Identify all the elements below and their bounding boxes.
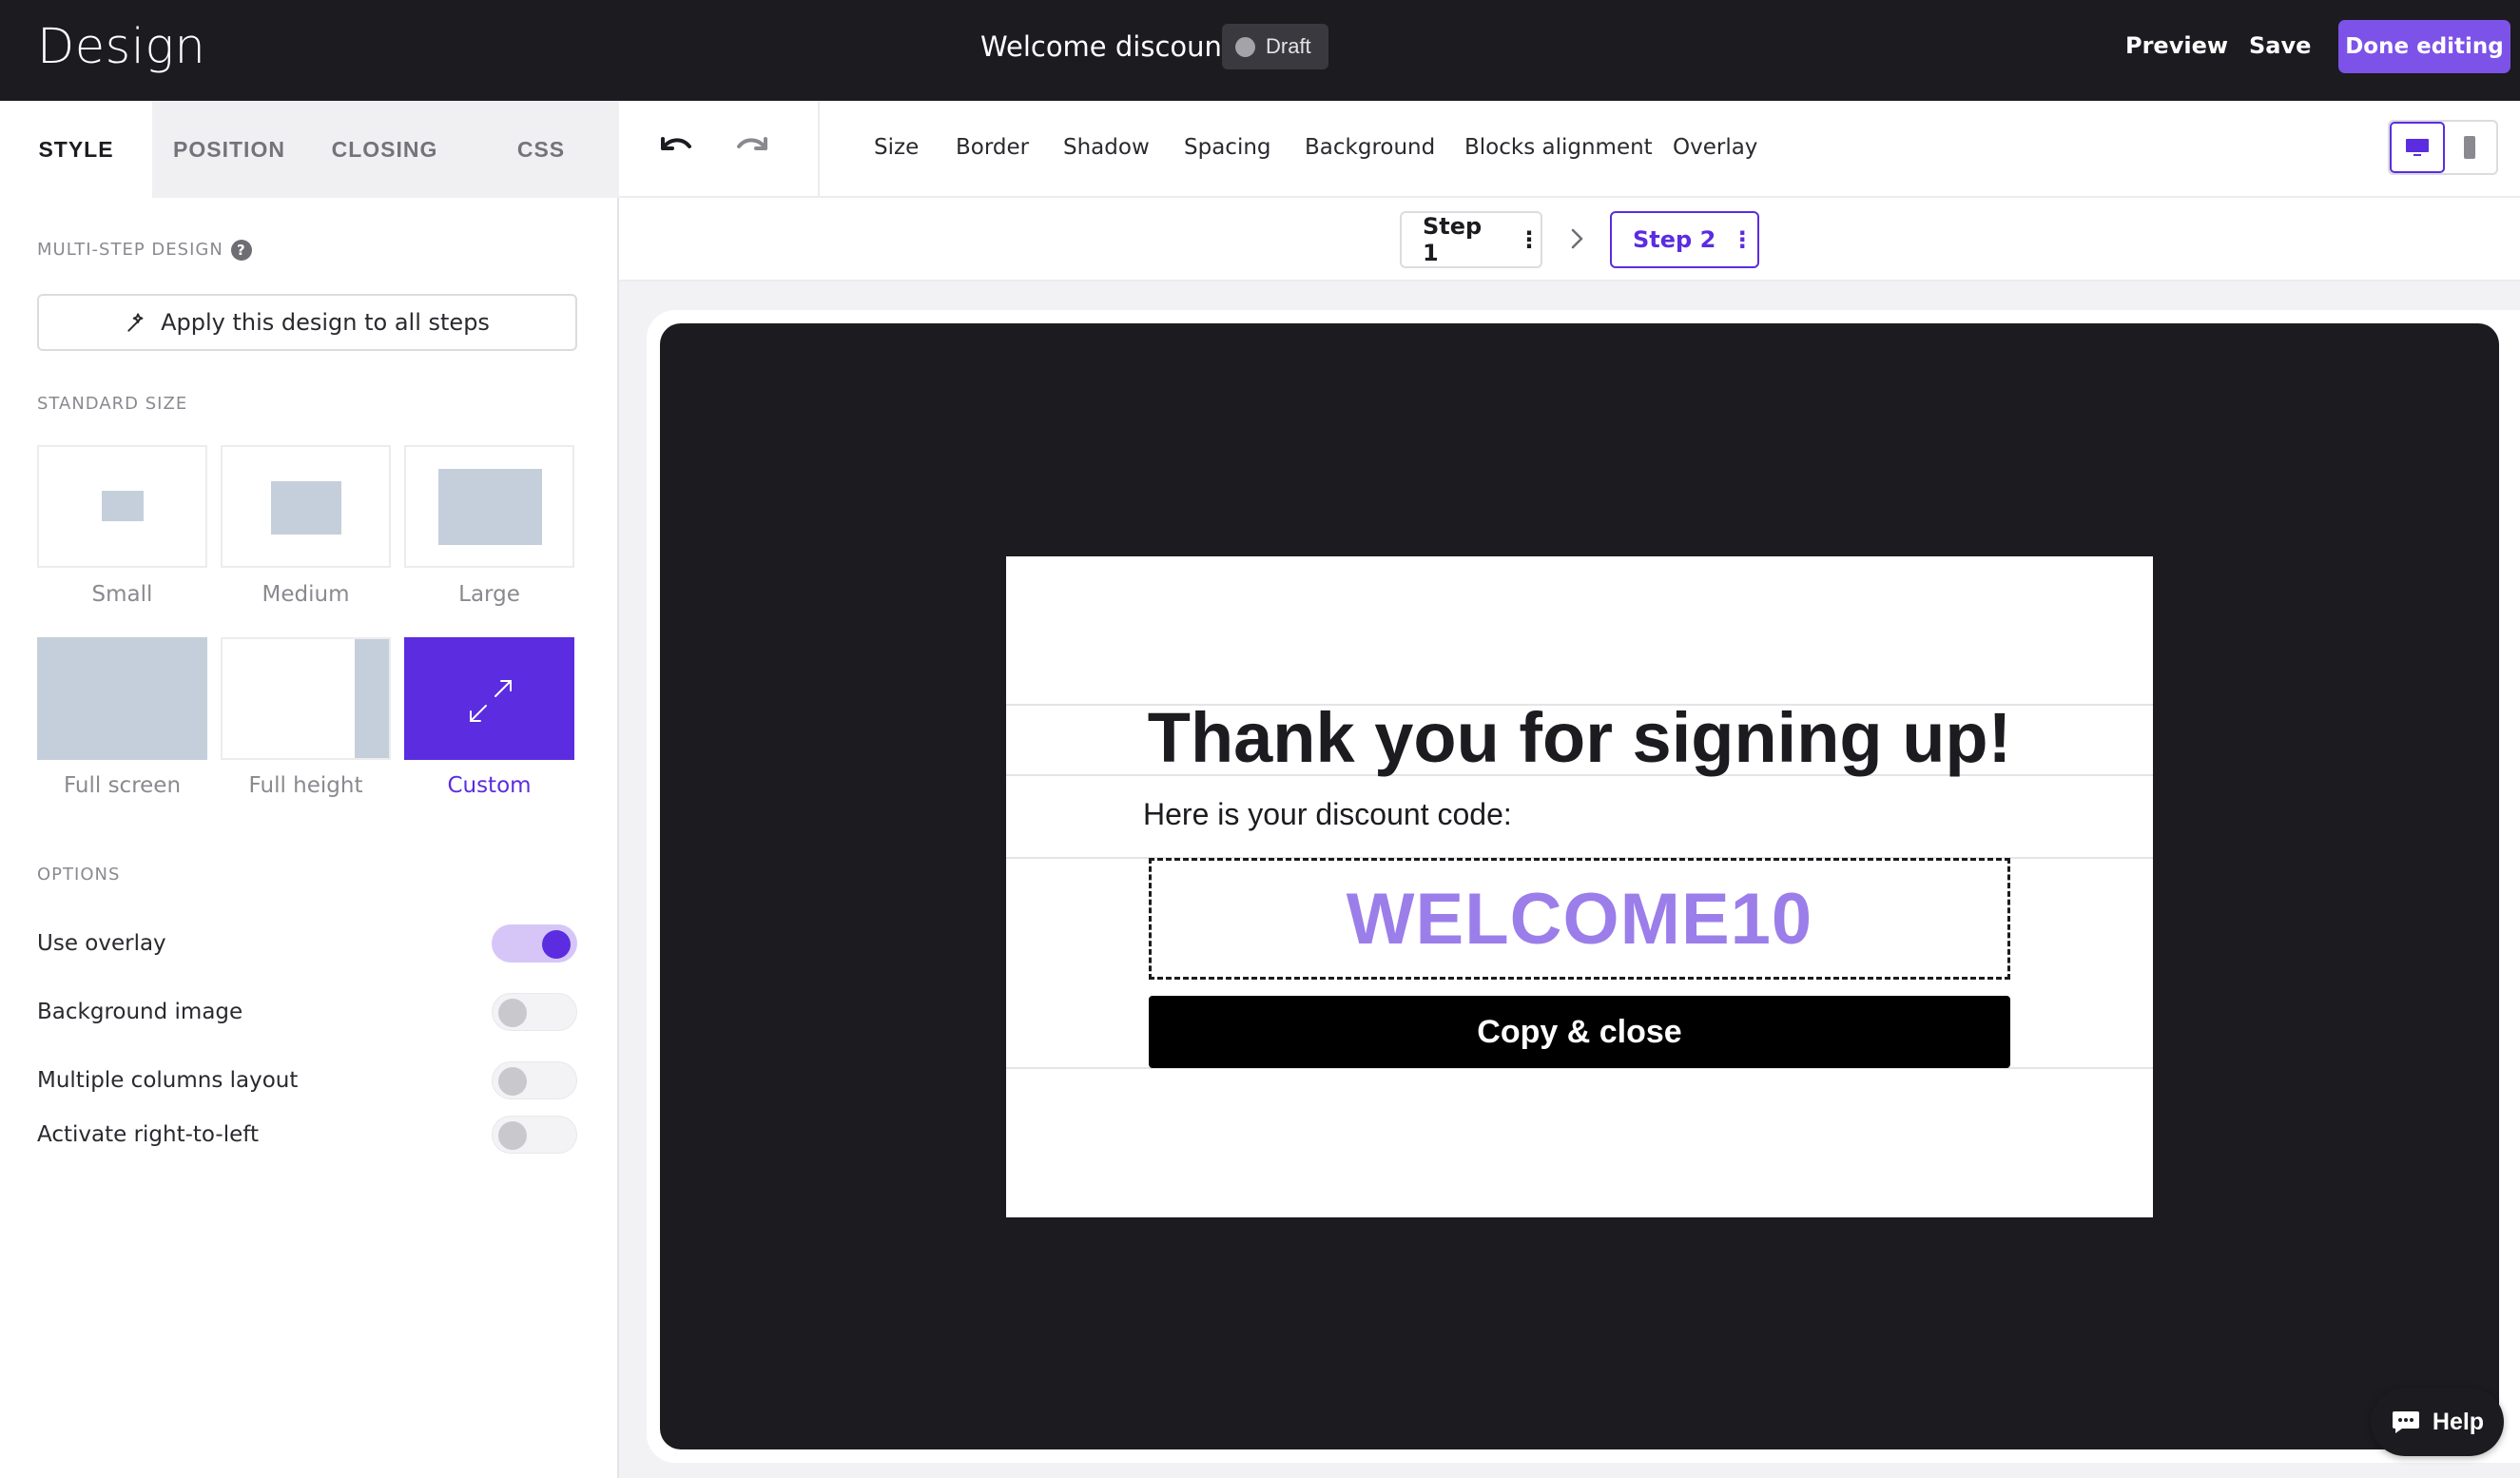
size-custom-label: Custom bbox=[447, 773, 532, 798]
background-image-toggle[interactable] bbox=[492, 993, 577, 1031]
toolbar-divider bbox=[818, 101, 820, 196]
use-overlay-toggle[interactable] bbox=[492, 924, 577, 963]
size-small-label: Small bbox=[91, 582, 153, 607]
step-2-label: Step 2 bbox=[1633, 226, 1716, 253]
popup-preview[interactable]: Thank you for signing up! Here is your d… bbox=[1006, 556, 2153, 1217]
undo-icon bbox=[661, 137, 691, 150]
step-1-label: Step 1 bbox=[1423, 213, 1483, 266]
discount-code: WELCOME10 bbox=[1346, 878, 1813, 960]
medium-size-preview bbox=[271, 481, 341, 535]
full-height-preview bbox=[355, 639, 389, 758]
copy-close-button[interactable]: Copy & close bbox=[1149, 996, 2010, 1068]
step-2-menu-icon[interactable]: ⋮ bbox=[1731, 226, 1754, 253]
redo-button[interactable] bbox=[733, 129, 771, 168]
size-fullscreen-label: Full screen bbox=[63, 773, 182, 798]
background-image-label: Background image bbox=[37, 1000, 243, 1024]
magic-wand-icon bbox=[127, 313, 144, 332]
options-label: OPTIONS bbox=[37, 865, 121, 885]
toolbar-size[interactable]: Size bbox=[874, 135, 919, 160]
toolbar-background[interactable]: Background bbox=[1305, 135, 1435, 160]
toolbar-overlay[interactable]: Overlay bbox=[1673, 135, 1757, 160]
small-size-preview bbox=[102, 491, 144, 521]
size-large-card[interactable] bbox=[404, 445, 574, 568]
step-navigation: Step 1 ⋮ Step 2 ⋮ bbox=[619, 198, 2520, 282]
apply-to-all-label: Apply this design to all steps bbox=[161, 309, 490, 336]
tab-position[interactable]: POSITION bbox=[152, 101, 306, 198]
chevron-right-icon bbox=[1566, 224, 1587, 258]
undo-button[interactable] bbox=[657, 129, 695, 168]
size-large-label: Large bbox=[458, 582, 520, 607]
multistep-section: MULTI-STEP DESIGN? bbox=[37, 240, 252, 261]
right-to-left-label: Activate right-to-left bbox=[37, 1122, 259, 1147]
size-medium-label: Medium bbox=[262, 582, 350, 607]
size-fullscreen-card[interactable] bbox=[37, 637, 207, 760]
desktop-view-button[interactable] bbox=[2390, 122, 2445, 173]
toolbar-spacing[interactable]: Spacing bbox=[1184, 135, 1271, 160]
help-chat-button[interactable]: Help bbox=[2371, 1388, 2504, 1456]
discount-code-box[interactable]: WELCOME10 bbox=[1149, 858, 2010, 980]
chat-icon bbox=[2392, 1411, 2419, 1433]
help-question-icon[interactable]: ? bbox=[230, 240, 252, 261]
app-title: Design bbox=[37, 19, 206, 75]
help-label: Help bbox=[2432, 1408, 2485, 1435]
toolbar-border[interactable]: Border bbox=[956, 135, 1029, 160]
redo-icon bbox=[737, 137, 767, 150]
design-sidebar: STYLE POSITION CLOSING CSS MULTI-STEP DE… bbox=[0, 101, 619, 1478]
desktop-icon bbox=[2406, 139, 2429, 156]
toolbar-blocks-alignment[interactable]: Blocks alignment bbox=[1464, 135, 1653, 160]
popup-subtitle[interactable]: Here is your discount code: bbox=[1143, 797, 1512, 832]
status-label: Draft bbox=[1266, 34, 1311, 58]
tab-style[interactable]: STYLE bbox=[0, 101, 152, 198]
standard-size-label: STANDARD SIZE bbox=[37, 394, 188, 414]
save-button[interactable]: Save bbox=[2249, 32, 2311, 59]
step-1-tab[interactable]: Step 1 ⋮ bbox=[1400, 211, 1542, 268]
multiple-columns-label: Multiple columns layout bbox=[37, 1068, 299, 1093]
tab-css[interactable]: CSS bbox=[463, 101, 619, 198]
device-switcher bbox=[2388, 120, 2498, 175]
popup-heading[interactable]: Thank you for signing up! bbox=[1006, 697, 2153, 778]
toggle-knob bbox=[498, 999, 527, 1027]
size-fullheight-card[interactable] bbox=[221, 637, 391, 760]
size-medium-card[interactable] bbox=[221, 445, 391, 568]
multiple-columns-toggle[interactable] bbox=[492, 1061, 577, 1099]
done-editing-button[interactable]: Done editing bbox=[2338, 20, 2510, 73]
step-2-tab[interactable]: Step 2 ⋮ bbox=[1610, 211, 1759, 268]
size-small-card[interactable] bbox=[37, 445, 207, 568]
status-badge: Draft bbox=[1222, 24, 1328, 69]
sidebar-tabs: STYLE POSITION CLOSING CSS bbox=[0, 101, 619, 198]
tab-closing[interactable]: CLOSING bbox=[306, 101, 463, 198]
preview-button[interactable]: Preview bbox=[2125, 32, 2228, 59]
size-custom-card[interactable] bbox=[404, 637, 574, 760]
toggle-knob bbox=[542, 930, 571, 959]
editor-toolbar: Size Border Shadow Spacing Background Bl… bbox=[619, 101, 2520, 198]
resize-arrows-icon bbox=[470, 680, 512, 722]
right-to-left-toggle[interactable] bbox=[492, 1116, 577, 1154]
multistep-label: MULTI-STEP DESIGN bbox=[37, 240, 223, 260]
large-size-preview bbox=[438, 469, 542, 545]
step-1-menu-icon[interactable]: ⋮ bbox=[1518, 226, 1541, 253]
top-bar: Design Welcome discount Draft Preview Sa… bbox=[0, 0, 2520, 101]
toolbar-shadow[interactable]: Shadow bbox=[1063, 135, 1150, 160]
apply-to-all-steps-button[interactable]: Apply this design to all steps bbox=[37, 294, 577, 351]
use-overlay-label: Use overlay bbox=[37, 931, 166, 956]
toggle-knob bbox=[498, 1121, 527, 1150]
toggle-knob bbox=[498, 1067, 527, 1096]
mobile-icon bbox=[2464, 136, 2475, 159]
campaign-title[interactable]: Welcome discount bbox=[980, 30, 1232, 63]
size-fullheight-label: Full height bbox=[248, 773, 363, 798]
mobile-view-button[interactable] bbox=[2443, 122, 2496, 173]
status-dot-icon bbox=[1235, 36, 1255, 57]
